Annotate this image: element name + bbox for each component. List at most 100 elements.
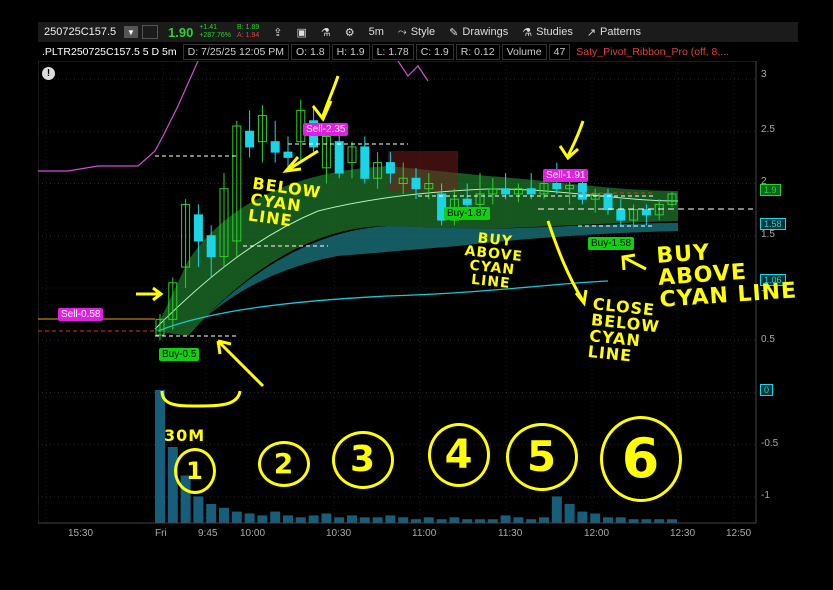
volume-bar (641, 519, 652, 523)
annotation-30m: 30M (164, 426, 206, 445)
volume-bar (603, 517, 613, 523)
volume-bar (615, 517, 626, 523)
link-icon[interactable] (142, 25, 158, 39)
volume-bar (219, 507, 229, 523)
volume-bar (398, 517, 409, 523)
info-date: D: 7/25/25 12:05 PM (182, 44, 289, 60)
candle-body (245, 130, 255, 148)
flask-icon: ⚗ (320, 26, 331, 39)
patterns-button[interactable]: ↗ Patterns (587, 26, 641, 39)
patterns-label: Patterns (600, 26, 642, 38)
volume-bar (551, 496, 562, 523)
volume-bar (193, 496, 204, 523)
flask-button[interactable]: ⚗ (321, 26, 331, 39)
volume-bar (206, 504, 217, 523)
x-tick-1130: 11:30 (498, 528, 523, 539)
signal-buy-1: Buy-1.87 (444, 207, 491, 220)
share-button[interactable]: ⇪ (273, 26, 282, 39)
info-low: L: 1.78 (371, 44, 414, 60)
info-volume-label: Volume (501, 44, 547, 60)
volume-bar (526, 519, 537, 523)
annotation-circle-3: 3 (332, 431, 394, 489)
candle-body (193, 214, 203, 242)
x-tick-fri: Fri (155, 528, 167, 539)
volume-bar (513, 517, 524, 523)
volume-bar (359, 517, 370, 523)
alert-icon[interactable]: ! (42, 67, 55, 80)
ask: A: 1.94 (237, 32, 260, 39)
x-tick-1530: 15:30 (68, 528, 94, 539)
candle-body (462, 198, 472, 205)
signal-sell-0: Sell-0.58 (58, 308, 104, 321)
volume-bar (667, 519, 677, 523)
signal-sell-1: Sell-2.35 (303, 123, 349, 136)
annotation-circle-4: 4 (428, 423, 490, 487)
change-pct: +287.76% (199, 32, 232, 39)
candle-body (270, 141, 280, 153)
style-label: Style (410, 26, 436, 38)
timeframe-button[interactable]: 5m (369, 26, 384, 38)
volume-bar (475, 519, 485, 523)
candle-body (334, 141, 344, 174)
annotation-below-cyan: BELOW CYAN LINE (246, 173, 323, 231)
candle-body (641, 209, 651, 216)
candle-body (411, 177, 421, 190)
info-open: O: 1.8 (290, 44, 330, 60)
volume-bar (231, 511, 242, 523)
volume-bar (244, 513, 255, 523)
candle-body (360, 146, 370, 179)
beaker-icon: ⚗ (522, 26, 533, 39)
signal-buy-2: Buy-1.58 (588, 237, 635, 250)
volume-bar (654, 519, 665, 523)
info-study[interactable]: Saty_Pivot_Ribbon_Pro (off, 8,... (572, 45, 733, 59)
volume-bar (462, 519, 473, 523)
layout-button[interactable]: ▣ (296, 26, 306, 39)
signal-buy-0: Buy-0.5 (159, 348, 200, 361)
y-tick-2-5: 2.5 (761, 124, 775, 135)
last-price: 1.90 (168, 24, 194, 40)
volume-bar (539, 517, 549, 523)
studies-button[interactable]: ⚗ Studies (522, 26, 573, 39)
candle-body (526, 188, 536, 195)
x-tick-1200: 12:00 (584, 528, 610, 539)
bid-ask: B: 1.89 A: 1.94 (237, 24, 259, 40)
drawings-button[interactable]: ✎ Drawings (449, 26, 508, 39)
candle-body (206, 235, 216, 258)
share-icon: ⇪ (273, 26, 283, 39)
volume-bar (257, 515, 268, 523)
volume-bar (577, 511, 588, 523)
volume-bar (449, 517, 460, 523)
y-tick-3: 3 (761, 69, 767, 80)
volume-bar (308, 515, 319, 523)
symbol-dropdown-icon[interactable]: ▼ (124, 26, 138, 38)
price-box-last: 1.9 (760, 184, 781, 196)
annotation-circle-6: 6 (600, 416, 682, 502)
x-tick-945: 9:45 (198, 528, 218, 539)
info-bar: .PLTR250725C157.5 5 D 5m D: 7/25/25 12:0… (38, 43, 798, 61)
volume-bar (155, 390, 165, 523)
volume-bar (347, 515, 357, 523)
volume-bar (385, 515, 396, 523)
volume-bar (411, 519, 421, 523)
volume-bar (283, 515, 293, 523)
volume-bar (295, 517, 306, 523)
ribbon-red (388, 151, 458, 191)
candle-body (385, 162, 395, 174)
price-box-cyan: 1.58 (760, 218, 786, 230)
signal-sell-2: Sell-1.91 (543, 169, 589, 182)
pencil-icon: ✎ (449, 26, 459, 39)
info-symbol: .PLTR250725C157.5 5 D 5m (42, 46, 177, 58)
x-tick-1250: 12:50 (726, 528, 752, 539)
x-tick-1100: 11:00 (412, 528, 437, 539)
chart-area[interactable]: Sell-0.58 Buy-0.5 Sell-2.35 Buy-1.87 Sel… (37, 60, 798, 546)
settings-button[interactable]: ⚙ (345, 26, 355, 39)
symbol-field[interactable]: 250725C157.5 (44, 26, 122, 38)
y-tick-neg-0-5: -0.5 (761, 438, 779, 449)
bid: B: 1.89 (237, 24, 260, 31)
candle-body (501, 188, 511, 195)
volume-bar (270, 511, 281, 523)
style-button[interactable]: ⤳ Style (398, 26, 435, 39)
volume-bar (564, 504, 575, 523)
y-tick-0-5: 0.5 (761, 334, 775, 345)
info-high: H: 1.9 (331, 44, 370, 60)
